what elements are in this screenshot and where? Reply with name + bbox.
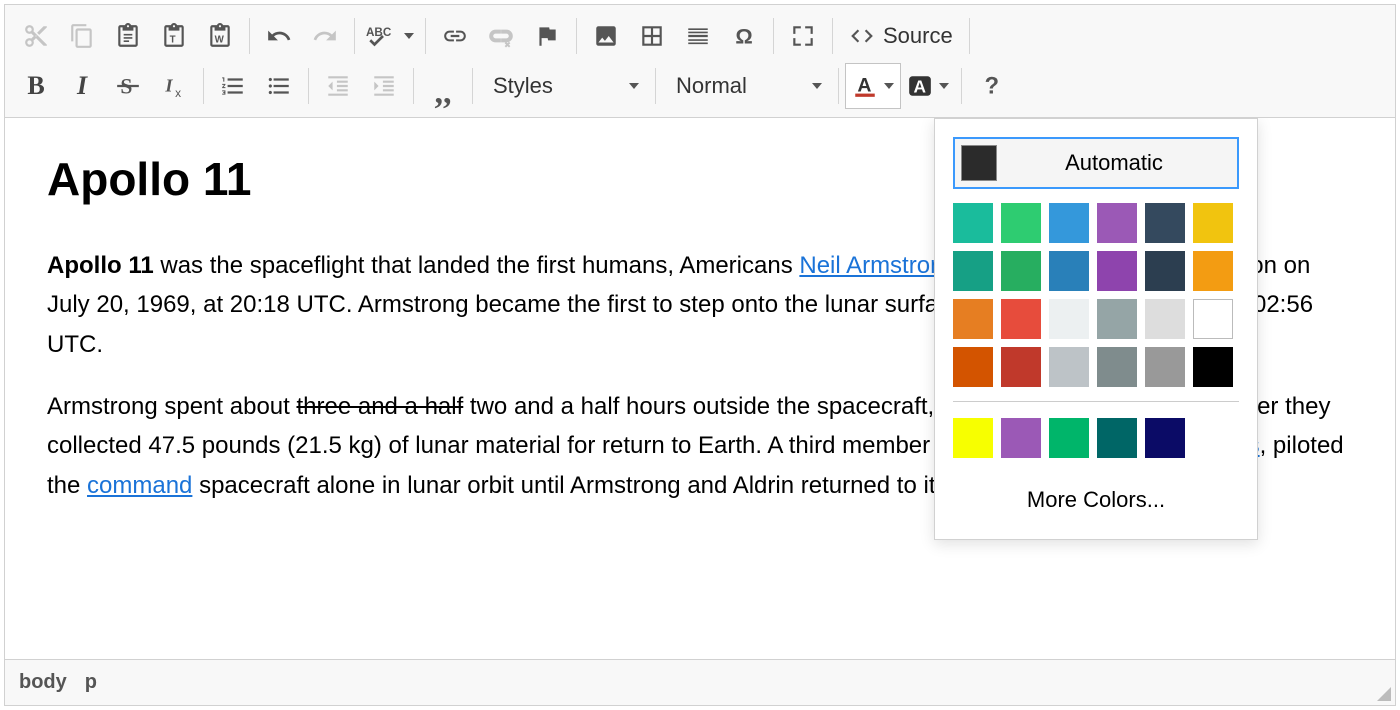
color-swatch[interactable] — [1145, 299, 1185, 339]
caret-icon — [812, 83, 822, 89]
bg-color-button[interactable]: A — [901, 63, 955, 109]
svg-text:?: ? — [985, 73, 1000, 99]
remove-format-button[interactable]: Ix — [151, 63, 197, 109]
recent-color-swatch[interactable] — [1001, 418, 1041, 458]
source-label: Source — [883, 23, 953, 49]
text-color-icon: A — [852, 73, 878, 99]
recent-color-swatch[interactable] — [1145, 418, 1185, 458]
caret-icon — [884, 83, 894, 89]
indent-button[interactable] — [361, 63, 407, 109]
svg-text:W: W — [215, 35, 225, 46]
color-swatch[interactable] — [953, 203, 993, 243]
styles-combo[interactable]: Styles — [479, 67, 649, 105]
svg-text:A: A — [857, 74, 871, 96]
color-swatch[interactable] — [953, 299, 993, 339]
anchor-button[interactable] — [524, 13, 570, 59]
color-swatch[interactable] — [1001, 203, 1041, 243]
horizontal-rule-button[interactable] — [675, 13, 721, 59]
blockquote-button[interactable]: ,, — [420, 63, 466, 109]
automatic-label: Automatic — [997, 145, 1231, 181]
italic-button[interactable]: I — [59, 63, 105, 109]
color-swatch[interactable] — [1097, 299, 1137, 339]
undo-button[interactable] — [256, 13, 302, 59]
color-swatch[interactable] — [1193, 347, 1233, 387]
path-body[interactable]: body — [19, 671, 67, 694]
styles-label: Styles — [493, 73, 553, 99]
paste-button[interactable] — [105, 13, 151, 59]
about-button[interactable]: ? — [968, 63, 1014, 109]
resize-grip[interactable] — [1377, 687, 1391, 701]
copy-button[interactable] — [59, 13, 105, 59]
color-swatch[interactable] — [1145, 203, 1185, 243]
recent-color-swatch[interactable] — [1049, 418, 1089, 458]
spellcheck-button[interactable]: ABC — [361, 13, 419, 59]
image-button[interactable] — [583, 13, 629, 59]
link-button[interactable] — [432, 13, 478, 59]
paste-text-button[interactable]: T — [151, 13, 197, 59]
color-swatch[interactable] — [1145, 347, 1185, 387]
source-icon — [849, 23, 875, 49]
divider — [953, 401, 1239, 402]
numbered-list-button[interactable] — [210, 63, 256, 109]
color-swatch[interactable] — [1049, 299, 1089, 339]
color-swatch[interactable] — [1145, 251, 1185, 291]
color-swatch[interactable] — [1097, 251, 1137, 291]
svg-text:ABC: ABC — [366, 26, 392, 39]
status-bar: body p — [5, 659, 1395, 705]
color-swatch[interactable] — [1193, 299, 1233, 339]
link-command[interactable]: command — [87, 472, 192, 499]
strike-button[interactable]: S — [105, 63, 151, 109]
color-picker-panel: Automatic More Colors... — [934, 118, 1258, 540]
color-swatch[interactable] — [1193, 203, 1233, 243]
svg-text:Ω: Ω — [735, 24, 752, 49]
caret-icon — [939, 83, 949, 89]
text-color-button[interactable]: A — [845, 63, 901, 109]
color-swatch[interactable] — [953, 251, 993, 291]
bullet-list-button[interactable] — [256, 63, 302, 109]
format-label: Normal — [676, 73, 747, 99]
editor-content[interactable]: Apollo 11 Apollo 11 was the spaceflight … — [5, 118, 1395, 659]
svg-text:A: A — [914, 77, 927, 97]
recent-color-swatch[interactable] — [1097, 418, 1137, 458]
bg-color-icon: A — [907, 73, 933, 99]
color-swatch[interactable] — [953, 347, 993, 387]
toolbar: T W ABC Ω Source B — [5, 5, 1395, 118]
cut-button[interactable] — [13, 13, 59, 59]
toolbar-row-2: B I S Ix ,, Styles Normal A — [13, 61, 1387, 111]
source-button[interactable]: Source — [839, 13, 963, 59]
color-swatch[interactable] — [1097, 347, 1137, 387]
color-swatch[interactable] — [1049, 347, 1089, 387]
svg-text:T: T — [170, 35, 176, 46]
redo-button[interactable] — [302, 13, 348, 59]
color-swatch[interactable] — [1193, 251, 1233, 291]
rich-text-editor: T W ABC Ω Source B — [4, 4, 1396, 706]
automatic-swatch — [961, 145, 997, 181]
svg-text:x: x — [175, 86, 181, 99]
color-swatch[interactable] — [1049, 203, 1089, 243]
svg-text:I: I — [164, 75, 173, 95]
outdent-button[interactable] — [315, 63, 361, 109]
more-colors-button[interactable]: More Colors... — [953, 476, 1239, 520]
paste-word-button[interactable]: W — [197, 13, 243, 59]
caret-icon — [629, 83, 639, 89]
automatic-color-button[interactable]: Automatic — [953, 137, 1239, 189]
color-grid — [953, 203, 1239, 387]
recent-color-swatch[interactable] — [953, 418, 993, 458]
color-swatch[interactable] — [1001, 347, 1041, 387]
bold-button[interactable]: B — [13, 63, 59, 109]
special-char-button[interactable]: Ω — [721, 13, 767, 59]
recent-colors — [953, 418, 1239, 458]
color-swatch[interactable] — [1049, 251, 1089, 291]
table-button[interactable] — [629, 13, 675, 59]
color-swatch[interactable] — [1001, 299, 1041, 339]
toolbar-row-1: T W ABC Ω Source — [13, 11, 1387, 61]
maximize-button[interactable] — [780, 13, 826, 59]
format-combo[interactable]: Normal — [662, 67, 832, 105]
path-p[interactable]: p — [85, 671, 97, 694]
color-swatch[interactable] — [1097, 203, 1137, 243]
unlink-button[interactable] — [478, 13, 524, 59]
color-swatch[interactable] — [1001, 251, 1041, 291]
